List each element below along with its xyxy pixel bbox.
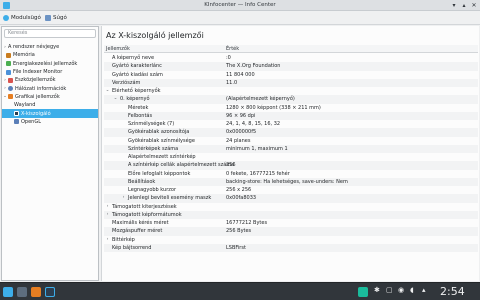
notifications-icon[interactable]: ▴: [422, 286, 426, 294]
modules-help-button[interactable]: Modulsügó: [3, 13, 41, 23]
network-icon: [8, 86, 13, 92]
table-row[interactable]: Méretek 1280 × 800 képpont (338 × 211 mm): [104, 104, 478, 112]
table-row[interactable]: Előre lefoglalt képpontok 0 fekete, 16777…: [104, 170, 478, 178]
modules-help-label: Modulsügó: [11, 15, 41, 21]
chevron-right-icon[interactable]: ›: [121, 194, 126, 202]
file-indexer-icon: [6, 69, 11, 75]
table-row[interactable]: Legnagyobb kurzor 256 x 256: [104, 186, 478, 194]
column-header-property[interactable]: Jellemzők: [106, 46, 130, 52]
info-icon: [3, 15, 9, 21]
sidebar-item-file-indexer[interactable]: File Indexer Monitor: [2, 68, 98, 76]
chevron-right-icon[interactable]: ›: [105, 236, 110, 244]
table-row[interactable]: Verziószám 11.0: [104, 78, 478, 87]
title-bar: KInfocenter — Info Center ▾ ▴ ✕: [0, 0, 480, 11]
sidebar-item-label: Memória: [13, 52, 35, 59]
sidebar-item-wayland[interactable]: Wayland: [2, 101, 98, 109]
table-row[interactable]: Színtérképek száma minimum 1, maximum 1: [104, 144, 478, 153]
table-row[interactable]: › Bittérkép: [104, 236, 478, 244]
table-row[interactable]: Gyártó kiadási szám 11 804 000: [104, 71, 478, 79]
table-row[interactable]: › Jelenlegi beviteli esemény maszk 0x00fa8…: [104, 194, 478, 203]
chevron-right-icon[interactable]: ›: [105, 211, 110, 219]
sidebar-item-label: Wayland: [14, 102, 36, 109]
table-row[interactable]: A képernyő neve:0: [104, 54, 478, 62]
table-row[interactable]: Maximális kérés méret 16777212 Bytes: [104, 219, 478, 227]
search-input[interactable]: Keresés: [4, 29, 96, 38]
device-icon: [8, 77, 13, 83]
graphics-icon: [8, 94, 13, 100]
kinfocenter-task-icon[interactable]: [45, 287, 55, 297]
chevron-down-icon[interactable]: ⌄: [105, 87, 110, 95]
workspace-icon[interactable]: [358, 287, 368, 297]
sidebar-item-network[interactable]: › Hálózati információk: [2, 84, 98, 92]
sidebar-item-label: Grafikai jellemzők: [15, 93, 60, 100]
volume-icon[interactable]: ◖: [410, 286, 414, 294]
chevron-down-icon[interactable]: ⌄: [113, 95, 118, 103]
minimize-icon[interactable]: ▾: [450, 2, 458, 10]
property-tree: A képernyő neve:0 Gyártó karakterlánc The…: [104, 54, 478, 252]
table-header: Jellemzők Érték: [104, 45, 478, 53]
sidebar-item-energy[interactable]: Energiakezelési jellemzők: [2, 60, 98, 68]
table-row[interactable]: ⌄ Elérhető képernyők: [104, 87, 478, 95]
sidebar-item-label: Hálózati információk: [15, 85, 67, 92]
toolbar: Modulsügó Súgó: [0, 11, 480, 25]
chevron-right-icon[interactable]: ›: [105, 203, 110, 211]
firefox-icon[interactable]: [31, 287, 41, 297]
sidebar-item-memory[interactable]: Memória: [2, 51, 98, 59]
bluetooth-icon[interactable]: ✱: [374, 286, 380, 294]
sidebar-item-label: Energiakezelési jellemzők: [13, 60, 78, 67]
memory-icon: [6, 52, 11, 58]
table-row[interactable]: Gyártó karakterlánc The X.Org Foundation: [104, 62, 478, 71]
network-icon[interactable]: ◉: [398, 286, 404, 294]
file-manager-icon[interactable]: [17, 287, 27, 297]
sidebar-item-label: A rendszer névjegye: [8, 44, 60, 51]
sidebar: Keresés › A rendszer névjegye Memória En…: [1, 26, 99, 281]
help-book-icon: [45, 15, 51, 21]
sidebar-item-label: File Indexer Monitor: [13, 69, 63, 76]
help-label: Súgó: [53, 15, 67, 21]
table-row[interactable]: Alapértelmezett színtérkép: [104, 153, 478, 161]
sidebar-item-label: OpenGL: [21, 118, 42, 125]
table-row[interactable]: Mozgáspuffer méret 256 Bytes: [104, 227, 478, 236]
sidebar-item-graphics[interactable]: ⌄ Grafikai jellemzők: [2, 93, 98, 101]
sidebar-item-devices[interactable]: › Eszközjellemzők: [2, 76, 98, 84]
table-row[interactable]: Beállítások backing-store: Ha lehetséges,…: [104, 177, 478, 186]
battery-icon: [6, 61, 11, 67]
sidebar-item-label: Eszközjellemzők: [15, 77, 56, 84]
sidebar-item-x-server[interactable]: X-kiszolgáló: [2, 109, 98, 118]
table-row[interactable]: Kép bájtsorrend LSBFirst: [104, 243, 478, 252]
app-launcher-icon[interactable]: [3, 287, 13, 297]
clock[interactable]: 2:54: [440, 285, 465, 298]
sidebar-item-about[interactable]: › A rendszer névjegye: [2, 43, 98, 51]
table-row[interactable]: Színmélységek (7) 24, 1, 4, 8, 15, 16, 32: [104, 120, 478, 128]
sidebar-item-opengl[interactable]: OpenGL: [2, 118, 98, 126]
x-server-icon: [14, 111, 19, 117]
table-row[interactable]: Gyökérablak azonosítója 0x000000f5: [104, 128, 478, 137]
help-button[interactable]: Súgó: [45, 13, 67, 23]
table-row[interactable]: Felbontás 96 × 96 dpi: [104, 111, 478, 120]
page-title: Az X-kiszolgáló jellemzői: [106, 31, 204, 40]
taskbar: ✱ ▢ ◉ ◖ ▴ 2:54: [0, 282, 480, 300]
table-row[interactable]: › Támogatott kiterjesztések: [104, 203, 478, 211]
table-row[interactable]: A színtérkép cellák alapértelmezett szám…: [104, 161, 478, 170]
window-title: KInfocenter — Info Center: [204, 2, 276, 8]
table-row[interactable]: ⌄ 0. képernyő (Alapértelmezett képernyő): [104, 95, 478, 104]
column-header-value[interactable]: Érték: [226, 46, 239, 52]
main-panel: Az X-kiszolgáló jellemzői Jellemzők Érté…: [101, 26, 479, 281]
opengl-icon: [14, 119, 19, 125]
table-row[interactable]: › Támogatott képformátumok: [104, 210, 478, 219]
close-icon[interactable]: ✕: [470, 2, 478, 10]
clipboard-icon[interactable]: ▢: [386, 286, 393, 294]
sidebar-item-label: X-kiszolgáló: [21, 110, 51, 117]
maximize-icon[interactable]: ▴: [460, 2, 468, 10]
module-tree: › A rendszer névjegye Memória Energiakez…: [2, 43, 98, 126]
table-row[interactable]: Gyökérablak színmélysége 24 planes: [104, 137, 478, 145]
